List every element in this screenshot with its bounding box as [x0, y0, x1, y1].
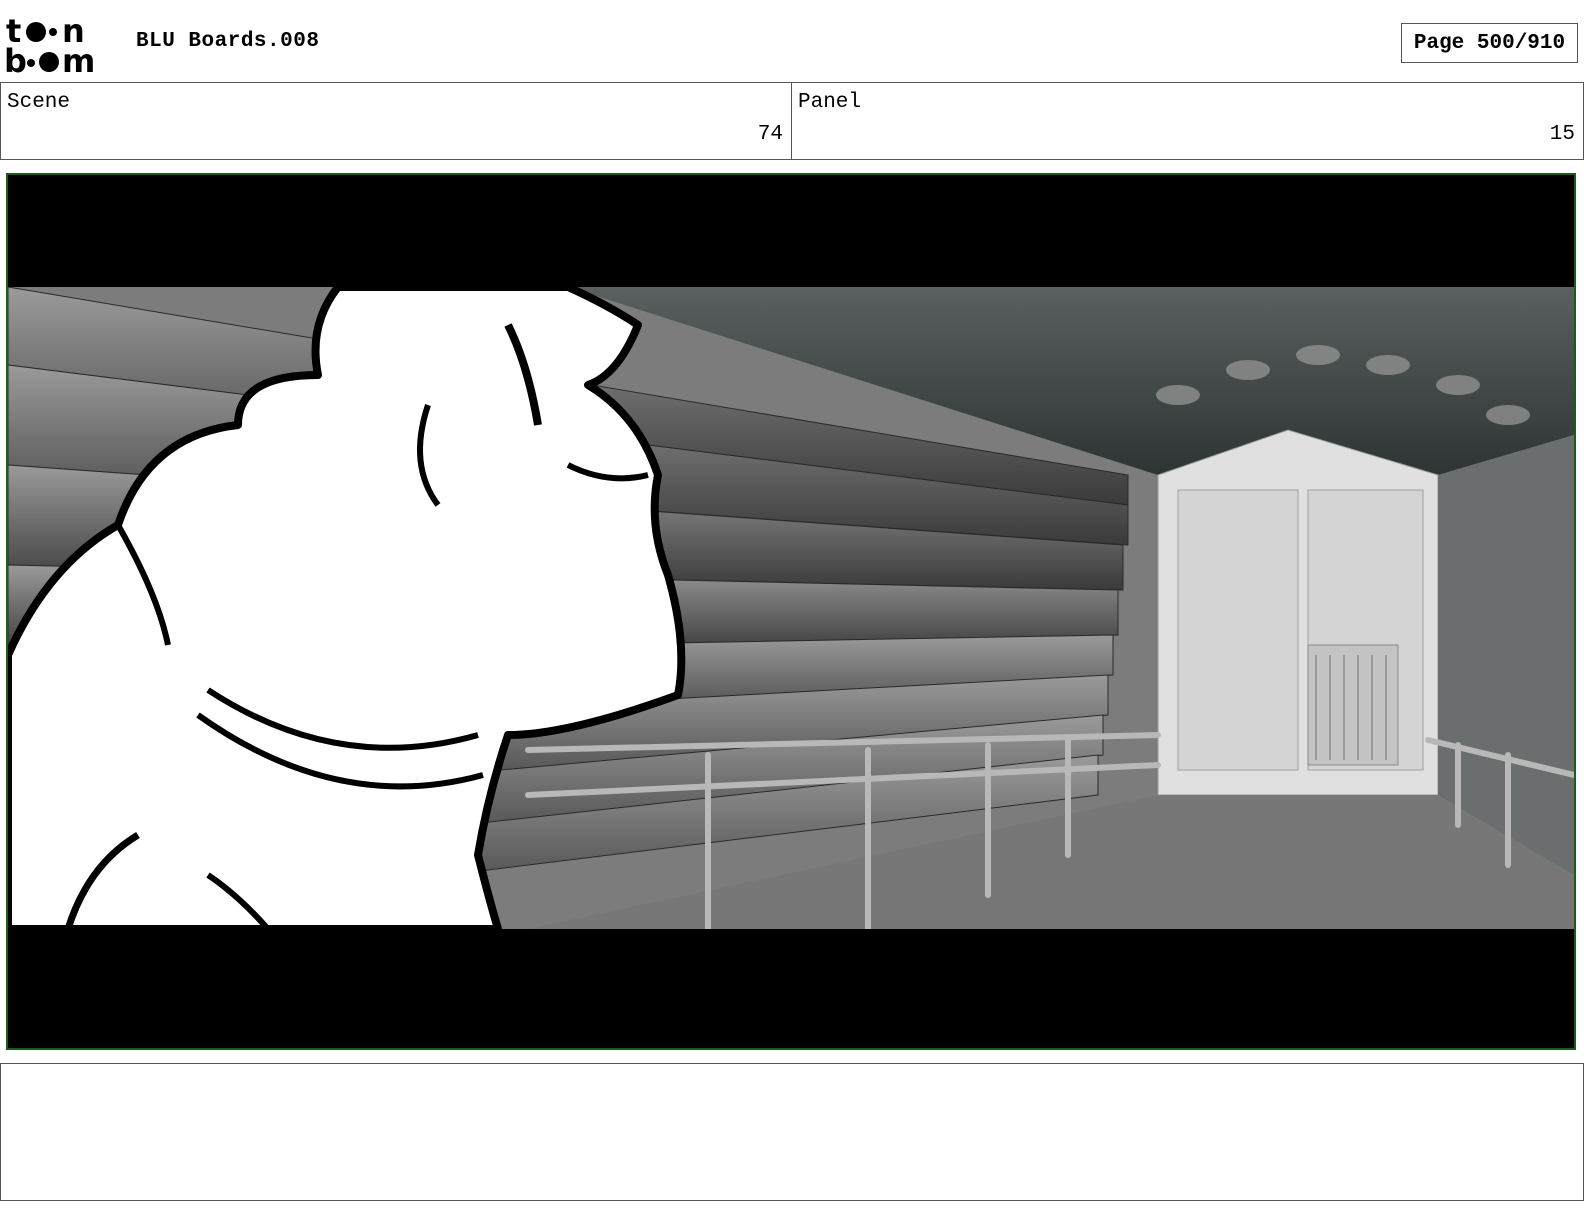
- scene-label: Scene: [7, 91, 71, 114]
- svg-text:b: b: [4, 42, 27, 76]
- panel-number: 15: [1549, 123, 1575, 146]
- panel-label: Panel: [798, 91, 862, 114]
- storyboard-panel-image: [6, 173, 1576, 1050]
- svg-text:m: m: [62, 42, 95, 76]
- document-title: BLU Boards.008: [136, 30, 320, 53]
- scene-cell: Scene 74: [0, 83, 792, 159]
- panel-cell: Panel 15: [792, 83, 1584, 159]
- toon-boom-logo: t n b m: [4, 12, 116, 80]
- storyboard-drawing: [8, 175, 1574, 1048]
- scene-panel-row: Scene 74 Panel 15: [0, 82, 1584, 160]
- panel-notes-box: [0, 1063, 1584, 1201]
- scene-number: 74: [757, 123, 783, 146]
- page-indicator: Page 500/910: [1401, 23, 1578, 63]
